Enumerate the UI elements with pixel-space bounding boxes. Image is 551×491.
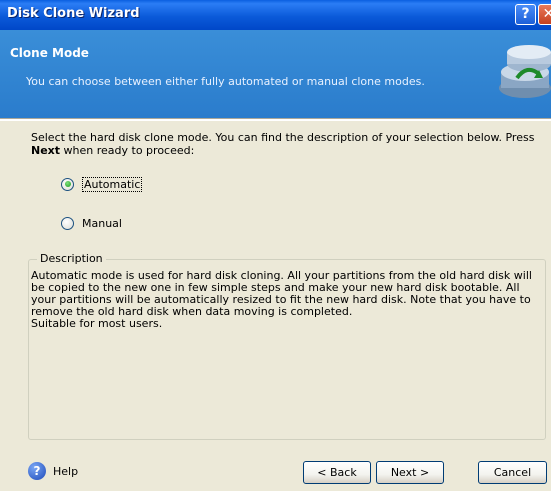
cancel-button[interactable]: Cancel — [478, 461, 547, 484]
help-label[interactable]: Help — [53, 465, 78, 478]
window-title: Disk Clone Wizard — [7, 6, 140, 21]
back-button[interactable]: < Back — [303, 461, 371, 484]
page-title: Clone Mode — [10, 46, 89, 60]
manual-radio[interactable] — [61, 216, 74, 230]
wizard-header: Clone Mode You can choose between either… — [0, 30, 551, 118]
page-subtitle: You can choose between either fully auto… — [26, 75, 425, 88]
help-link[interactable]: ? Help — [28, 462, 78, 480]
help-icon: ? — [28, 462, 46, 480]
instructions-tail: when ready to proceed: — [60, 144, 195, 157]
description-body: Automatic mode is used for hard disk clo… — [31, 269, 532, 318]
description-text: Automatic mode is used for hard disk clo… — [31, 270, 543, 330]
description-legend: Description — [37, 252, 106, 265]
header-separator — [0, 118, 551, 121]
close-button[interactable]: ✕ — [538, 4, 551, 25]
next-button[interactable]: Next > — [376, 461, 444, 484]
description-note: Suitable for most users. — [31, 317, 163, 330]
help-title-button[interactable]: ? — [515, 4, 536, 25]
automatic-label[interactable]: Automatic — [82, 176, 143, 192]
automatic-option[interactable]: Automatic — [61, 176, 143, 192]
title-bar: Disk Clone Wizard ? ✕ — [0, 0, 551, 30]
disk-clone-icon — [499, 45, 551, 98]
manual-label[interactable]: Manual — [82, 217, 122, 230]
manual-option[interactable]: Manual — [61, 215, 122, 231]
next-keyword: Next — [31, 144, 61, 157]
instructions: Select the hard disk clone mode. You can… — [31, 131, 535, 157]
automatic-radio[interactable] — [61, 177, 74, 191]
